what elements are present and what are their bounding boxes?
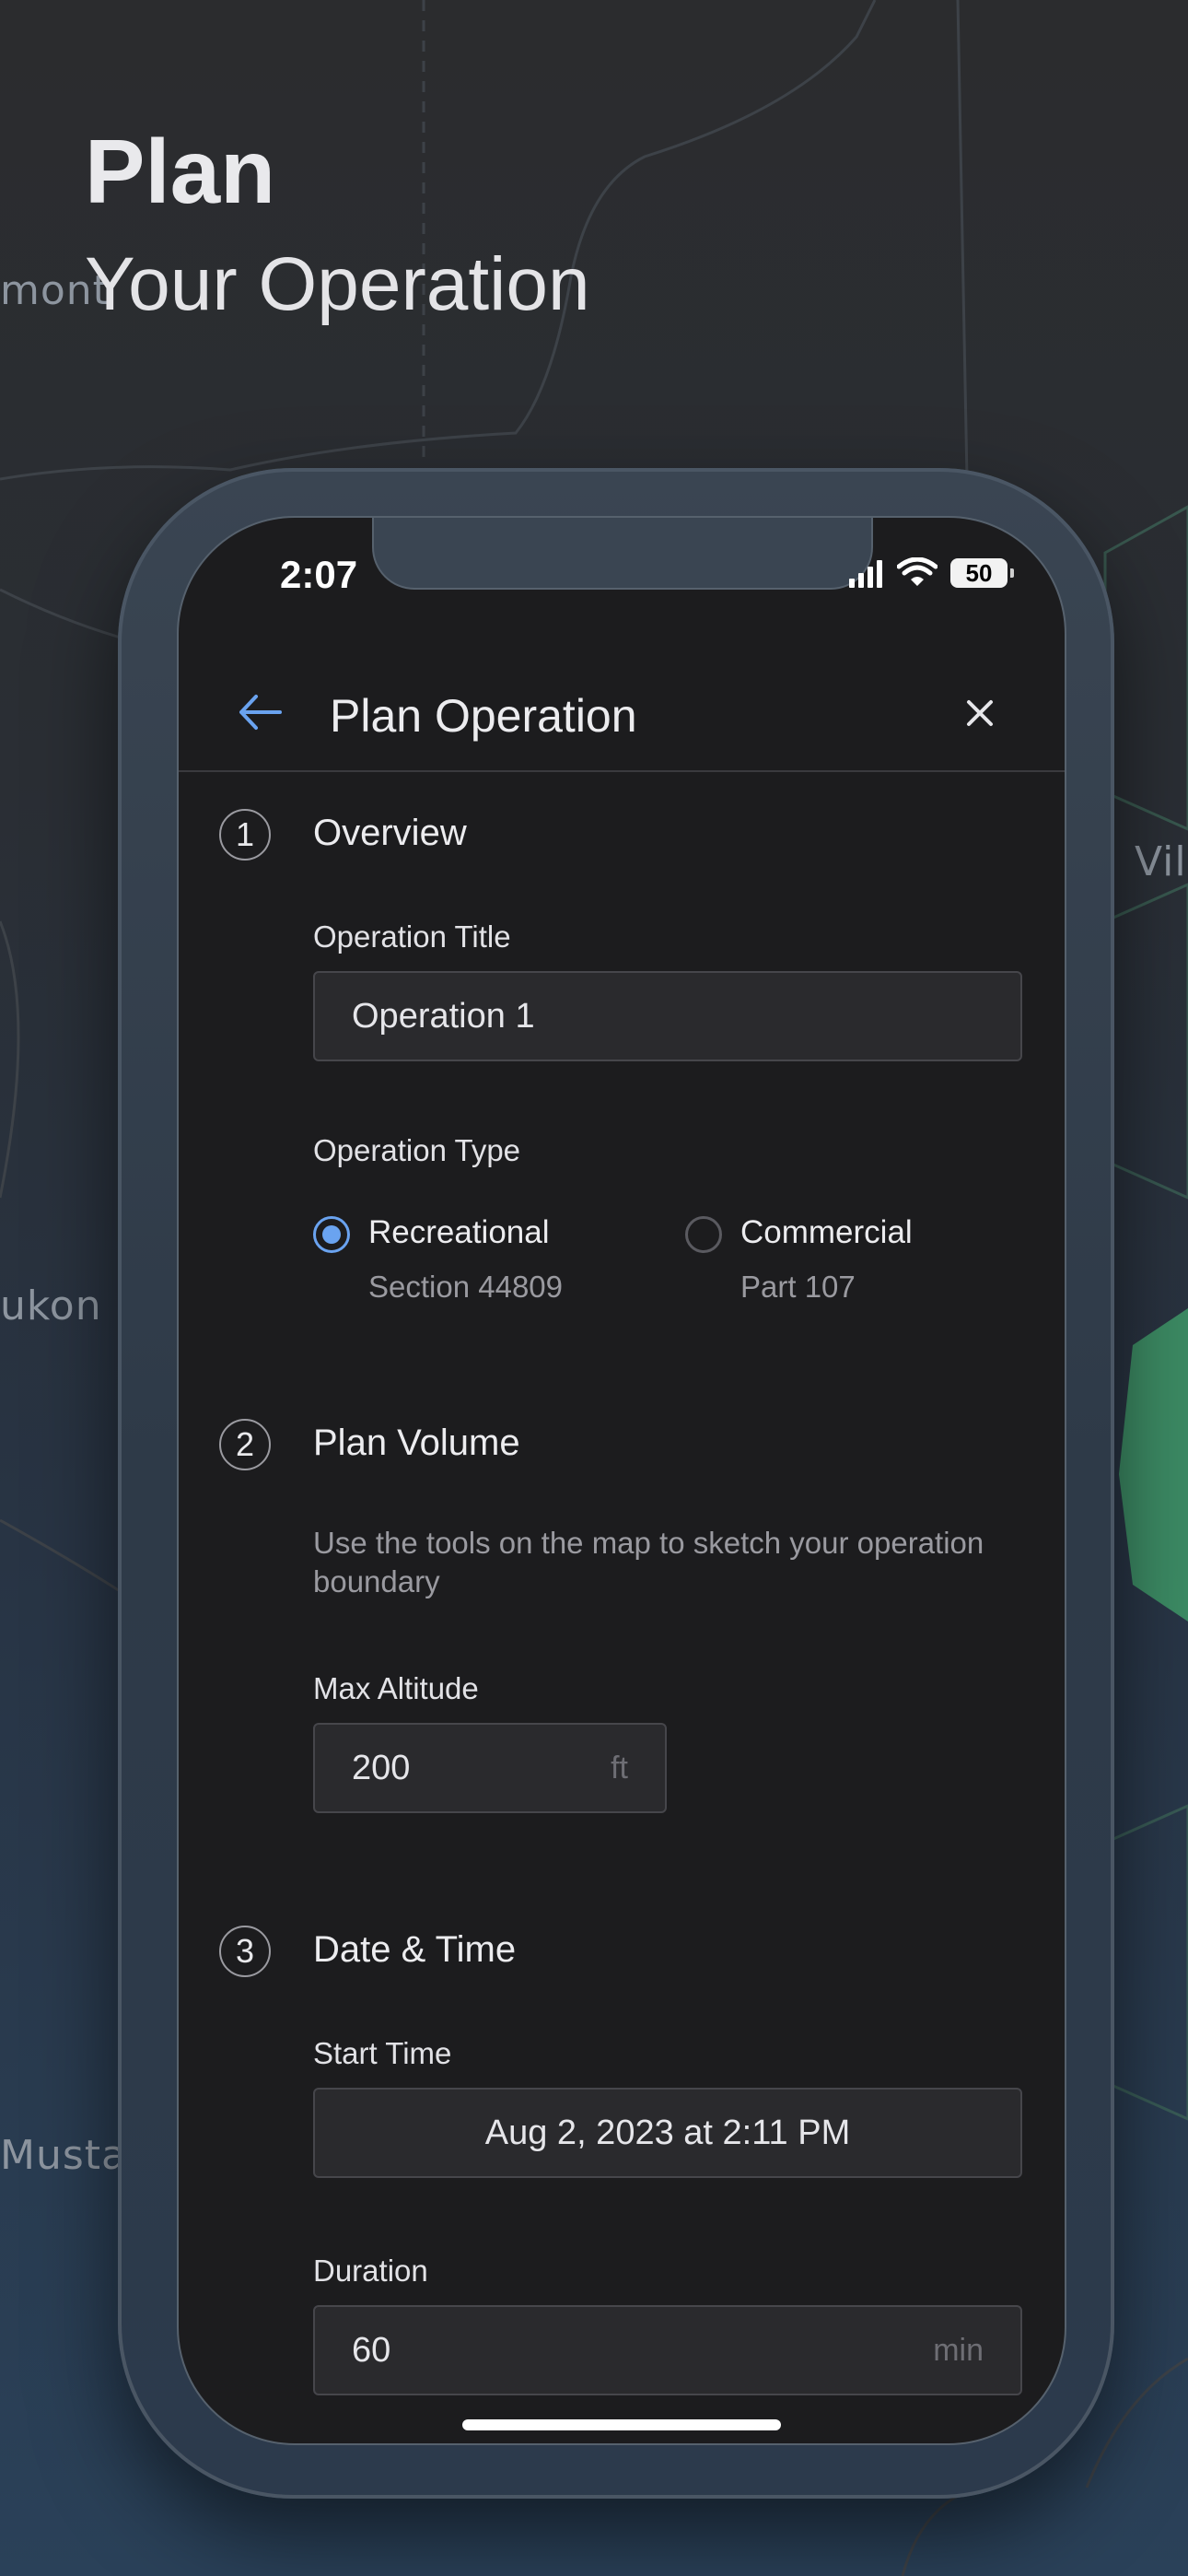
- step-3-number: 3: [219, 1926, 271, 1977]
- duration-label: Duration: [313, 2254, 428, 2288]
- recreational-sublabel: Section 44809: [368, 1270, 564, 1304]
- step-2-number: 2: [219, 1419, 271, 1470]
- plan-volume-helper: Use the tools on the map to sketch your …: [313, 1526, 984, 1598]
- map-label-ukon: ukon: [0, 1282, 102, 1329]
- marketing-headline: Plan: [85, 121, 275, 222]
- duration-value: 60: [352, 2330, 391, 2370]
- back-arrow-icon[interactable]: [234, 689, 285, 735]
- operation-title-input[interactable]: Operation 1: [313, 971, 1022, 1061]
- status-icons: 50: [847, 555, 1014, 591]
- map-label-vil: Vil: [1135, 838, 1187, 885]
- close-icon[interactable]: [960, 693, 1000, 733]
- operation-type-label: Operation Type: [313, 1133, 521, 1167]
- commercial-sublabel: Part 107: [740, 1270, 856, 1304]
- duration-input[interactable]: 60 min: [313, 2305, 1022, 2395]
- operation-title-value: Operation 1: [352, 996, 535, 1036]
- start-time-label: Start Time: [313, 2036, 452, 2070]
- status-time: 2:07: [280, 553, 358, 596]
- phone-notch: [372, 518, 873, 590]
- start-time-value: Aug 2, 2023 at 2:11 PM: [484, 2113, 851, 2152]
- max-altitude-label: Max Altitude: [313, 1671, 479, 1705]
- nav-title: Plan Operation: [330, 690, 637, 742]
- battery-icon: 50: [950, 558, 1014, 588]
- recreational-label[interactable]: Recreational: [368, 1214, 550, 1251]
- commercial-radio[interactable]: [685, 1216, 722, 1253]
- step-2-title: Plan Volume: [313, 1423, 520, 1463]
- max-altitude-input[interactable]: 200 ft: [313, 1723, 667, 1813]
- home-indicator: [462, 2419, 781, 2430]
- step-3-title: Date & Time: [313, 1929, 517, 1970]
- step-1-number: 1: [219, 809, 271, 861]
- commercial-label[interactable]: Commercial: [740, 1214, 913, 1251]
- operation-title-label: Operation Title: [313, 919, 511, 954]
- duration-unit: min: [933, 2332, 984, 2368]
- max-altitude-value: 200: [352, 1748, 411, 1787]
- step-1-title: Overview: [313, 813, 467, 853]
- map-label-musta: Musta: [0, 2132, 127, 2179]
- marketing-subheadline: Your Operation: [85, 242, 590, 326]
- start-time-picker[interactable]: Aug 2, 2023 at 2:11 PM: [313, 2088, 1022, 2178]
- signal-icon: [849, 560, 882, 588]
- phone-screen: 2:07 50 Plan Operation 1 Overview Operat…: [177, 516, 1066, 2445]
- max-altitude-unit: ft: [611, 1750, 628, 1786]
- wifi-icon: [897, 557, 938, 586]
- recreational-radio[interactable]: [313, 1216, 350, 1253]
- nav-bar: Plan Operation: [179, 656, 1065, 772]
